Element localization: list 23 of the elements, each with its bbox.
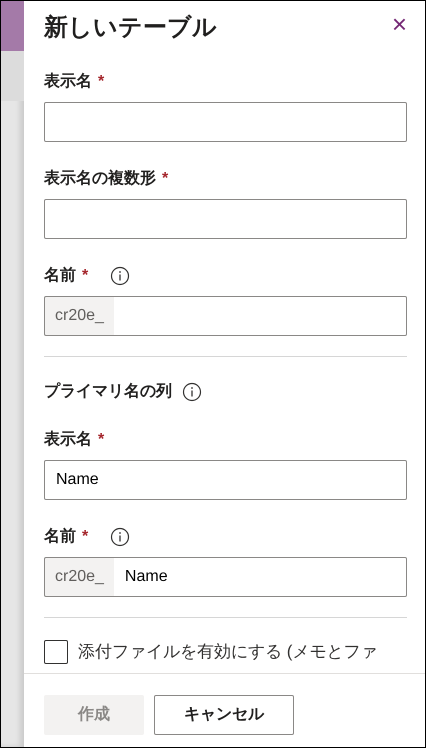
field-label: 名前 bbox=[44, 266, 76, 286]
cancel-button[interactable]: キャンセル bbox=[154, 695, 294, 735]
panel-title: 新しいテーブル bbox=[44, 13, 217, 43]
required-marker: * bbox=[98, 430, 104, 450]
info-icon[interactable] bbox=[182, 382, 202, 402]
required-marker: * bbox=[98, 72, 104, 92]
info-icon[interactable] bbox=[110, 266, 130, 286]
input-field[interactable]: Name bbox=[44, 460, 407, 500]
close-button[interactable]: × bbox=[392, 11, 407, 37]
field-label: 名前 bbox=[44, 526, 76, 547]
info-icon[interactable] bbox=[110, 527, 130, 547]
field-label: 表示名の複数形 bbox=[44, 168, 156, 189]
checkbox[interactable] bbox=[44, 640, 68, 664]
field-label: 表示名 bbox=[44, 72, 92, 92]
required-marker: * bbox=[162, 169, 168, 189]
input-field[interactable] bbox=[44, 199, 407, 239]
input-field[interactable] bbox=[44, 102, 407, 142]
required-marker: * bbox=[82, 266, 88, 286]
required-marker: * bbox=[82, 527, 88, 547]
app-header-bar bbox=[1, 1, 24, 51]
section-title: プライマリ名の列 bbox=[44, 381, 172, 402]
field-label: 表示名 bbox=[44, 430, 92, 450]
checkbox-label: 添付ファイルを有効にする (メモとファ bbox=[78, 641, 378, 663]
